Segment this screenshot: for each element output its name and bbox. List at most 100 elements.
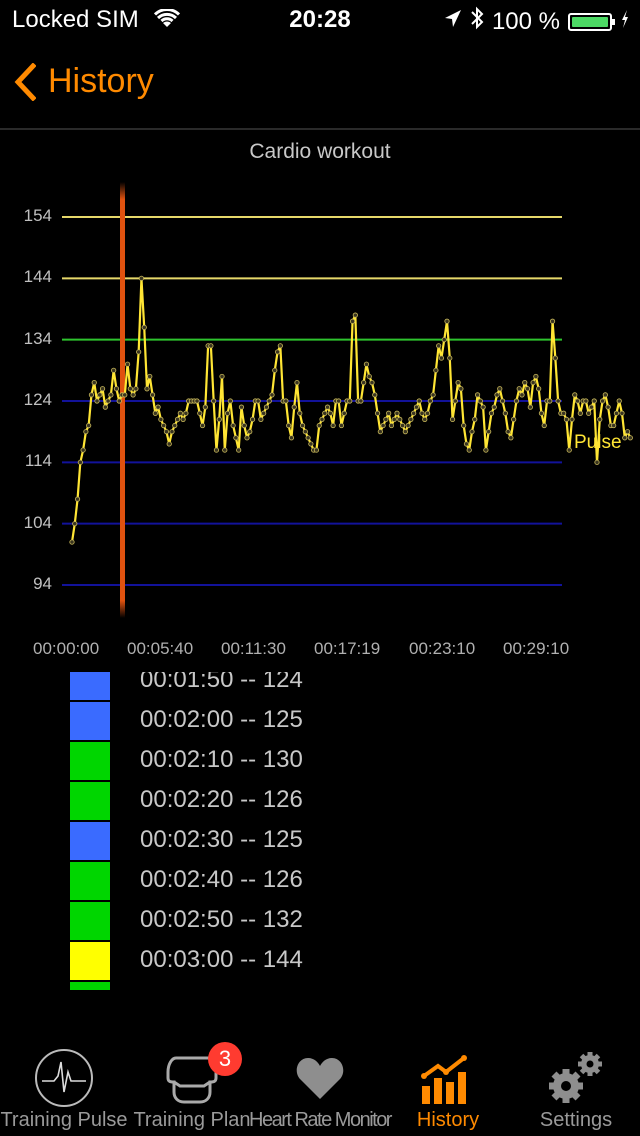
pulse-point (336, 398, 342, 404)
pulse-point (488, 410, 495, 416)
pulse-point (358, 398, 364, 404)
zone-swatch (70, 982, 110, 990)
pulse-point (594, 459, 600, 465)
pulse-point (394, 410, 400, 416)
pulse-point (616, 398, 622, 404)
pulse-point (174, 416, 181, 422)
pulse-point (197, 410, 203, 416)
reading-text: 00:02:00 -- 125 (140, 706, 303, 733)
pulse-point (461, 422, 467, 429)
readings-list[interactable]: 00:01:50 -- 124 00:02:00 -- 125 00:02:10 -… (0, 672, 640, 1002)
pulse-point (122, 392, 128, 398)
reading-text: 00:02:40 -- 126 (140, 866, 303, 893)
reading-row[interactable]: 00:02:20 -- 126 (0, 782, 640, 822)
back-button[interactable]: History (14, 62, 154, 101)
pulse-point (586, 410, 592, 416)
pulse-point (466, 447, 472, 453)
pulse-point (108, 392, 114, 398)
reading-row[interactable]: 00:02:10 -- 130 (0, 742, 640, 782)
pulse-point (244, 435, 250, 441)
pulse-point (149, 392, 156, 398)
x-tick-label: 00:23:10 (409, 639, 476, 658)
reading-row[interactable]: 00:02:40 -- 126 (0, 862, 640, 902)
pulse-point (455, 380, 461, 386)
chart-canvas[interactable] (0, 130, 640, 670)
y-tick-label: 114 (24, 451, 52, 471)
pulse-point (497, 386, 503, 392)
pulse-point (549, 318, 556, 324)
zone-swatch (70, 902, 110, 940)
reading-row[interactable]: 00:02:50 -- 132 (0, 902, 640, 942)
pulse-point (583, 398, 589, 404)
series-label-pulse: Pulse (574, 432, 622, 453)
pulse-series-line (70, 277, 632, 543)
pulse-point (294, 380, 300, 386)
pulse-point (172, 422, 178, 429)
pulse-point (269, 392, 275, 398)
pulse-point (499, 398, 506, 404)
pulse-point (397, 416, 403, 422)
pulse-point (138, 275, 145, 281)
y-tick-label: 104 (23, 512, 52, 532)
pulse-point (444, 318, 450, 324)
tab-settings[interactable]: Settings (512, 1036, 640, 1136)
reading-row[interactable]: 00:03:00 -- 144 (0, 942, 640, 982)
reading-row[interactable]: 00:02:00 -- 125 (0, 702, 640, 742)
x-tick-label: 00:11:30 (221, 639, 286, 658)
zone-swatch (70, 702, 110, 740)
zone-swatch (70, 822, 110, 860)
tab-label: Settings (539, 1109, 613, 1131)
pulse-point (527, 404, 533, 410)
reading-row[interactable]: 00:02:30 -- 125 (0, 822, 640, 862)
pulse-point (277, 343, 283, 349)
heart-icon (256, 1048, 384, 1108)
reading-row[interactable] (0, 982, 640, 1002)
charging-icon (620, 8, 630, 36)
pulse-point (486, 429, 492, 435)
pulse-point (561, 410, 567, 416)
pulse-point (386, 410, 392, 416)
pulse-point (463, 441, 470, 447)
pulse-point (516, 386, 522, 392)
pulse-point (597, 416, 603, 422)
pulse-chart[interactable]: Cardio workout 154 144 134 124 114 104 94 00:0… (0, 130, 640, 670)
pulse-point (327, 410, 333, 416)
pulse-point (219, 373, 225, 380)
pulse-point (224, 410, 231, 416)
notification-badge: 3 (208, 1042, 242, 1076)
pulse-point (202, 404, 208, 410)
pulse-point (341, 410, 347, 416)
pulse-point (283, 398, 289, 404)
pulse-point (152, 410, 158, 416)
pulse-point (230, 422, 236, 429)
pulse-point (611, 422, 617, 429)
y-tick-label: 134 (23, 328, 52, 348)
pulse-point (627, 435, 633, 441)
pulse-point (449, 416, 456, 422)
pulse-point (180, 416, 186, 422)
pulse-point (319, 416, 325, 422)
pulse-point (313, 447, 320, 453)
pulse-point (366, 373, 372, 380)
y-tick-label: 144 (23, 267, 52, 287)
reading-row[interactable]: 00:01:50 -- 124 (0, 672, 640, 702)
pulse-point (102, 404, 108, 410)
pulse-point (286, 422, 292, 429)
pulse-point (491, 404, 497, 410)
pulse-circle-icon (0, 1048, 128, 1108)
pulse-point (624, 429, 631, 435)
pulse-point (177, 410, 183, 416)
pulse-point (183, 410, 189, 416)
zone-swatch (70, 862, 110, 900)
pulse-point (305, 435, 311, 441)
pulse-point (577, 410, 583, 416)
pulse-point (452, 398, 458, 404)
reading-text: 00:03:00 -- 144 (140, 946, 303, 973)
pulse-point (169, 429, 175, 435)
pulse-point (194, 398, 200, 404)
pulse-point (552, 355, 558, 361)
pulse-point (274, 349, 281, 355)
pulse-point (588, 404, 595, 410)
pulse-point (94, 398, 100, 404)
reading-text: 00:01:50 -- 124 (140, 672, 303, 693)
